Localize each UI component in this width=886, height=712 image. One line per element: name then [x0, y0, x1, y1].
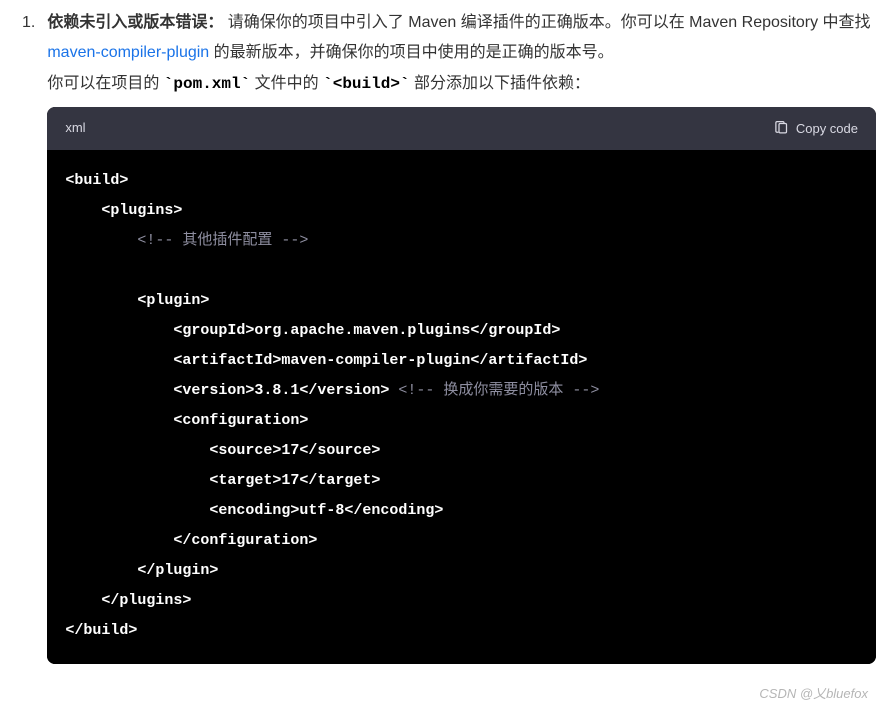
code-language-label: xml: [65, 116, 85, 141]
code-comment: <!-- 换成你需要的版本 -->: [389, 382, 599, 399]
code-line: <build>: [65, 172, 128, 189]
code-comment: <!-- 其他插件配置 -->: [137, 232, 308, 249]
code-header: xml Copy code: [47, 107, 876, 150]
copy-code-button[interactable]: Copy code: [774, 121, 858, 136]
code-line: </configuration>: [65, 532, 317, 549]
copy-code-label: Copy code: [796, 121, 858, 136]
ordered-list-item: 1. 依赖未引入或版本错误： 请确保你的项目中引入了 Maven 编译插件的正确…: [10, 8, 876, 664]
para2-mid: 文件中的: [250, 75, 323, 92]
code-line: <artifactId>maven-compiler-plugin</artif…: [65, 352, 587, 369]
para1-before-link: 请确保你的项目中引入了 Maven 编译插件的正确版本。你可以在 Maven R…: [223, 14, 870, 31]
inline-code-pom: `pom.xml`: [164, 75, 250, 93]
code-block: xml Copy code <build> <plugins> <!-- 其他插…: [47, 107, 876, 664]
code-line: </plugin>: [65, 562, 218, 579]
watermark: CSDN @乂bluefox: [759, 682, 868, 707]
code-line: <version>3.8.1</version>: [65, 382, 389, 399]
code-line: <configuration>: [65, 412, 308, 429]
code-line: <source>17</source>: [65, 442, 380, 459]
title-bold: 依赖未引入或版本错误：: [47, 14, 223, 31]
code-line: <groupId>org.apache.maven.plugins</group…: [65, 322, 560, 339]
para2-suffix: 部分添加以下插件依赖：: [410, 75, 590, 92]
maven-compiler-plugin-link[interactable]: maven-compiler-plugin: [47, 44, 209, 61]
code-body: <build> <plugins> <!-- 其他插件配置 --> <plugi…: [47, 150, 876, 664]
paragraph-1: 依赖未引入或版本错误： 请确保你的项目中引入了 Maven 编译插件的正确版本。…: [47, 8, 876, 69]
code-line: <target>17</target>: [65, 472, 380, 489]
list-content: 依赖未引入或版本错误： 请确保你的项目中引入了 Maven 编译插件的正确版本。…: [47, 8, 876, 664]
code-line: <plugins>: [65, 202, 182, 219]
para1-after-link: 的最新版本，并确保你的项目中使用的是正确的版本号。: [209, 44, 613, 61]
code-line-indent: [65, 232, 137, 249]
inline-code-build: `<build>`: [323, 75, 409, 93]
clipboard-icon: [774, 121, 789, 136]
code-line: <plugin>: [65, 292, 209, 309]
list-number: 1.: [10, 8, 35, 664]
code-line: </plugins>: [65, 592, 191, 609]
paragraph-2: 你可以在项目的 `pom.xml` 文件中的 `<build>` 部分添加以下插…: [47, 69, 876, 99]
para2-prefix: 你可以在项目的: [47, 75, 163, 92]
code-line: </build>: [65, 622, 137, 639]
code-line: <encoding>utf-8</encoding>: [65, 502, 443, 519]
